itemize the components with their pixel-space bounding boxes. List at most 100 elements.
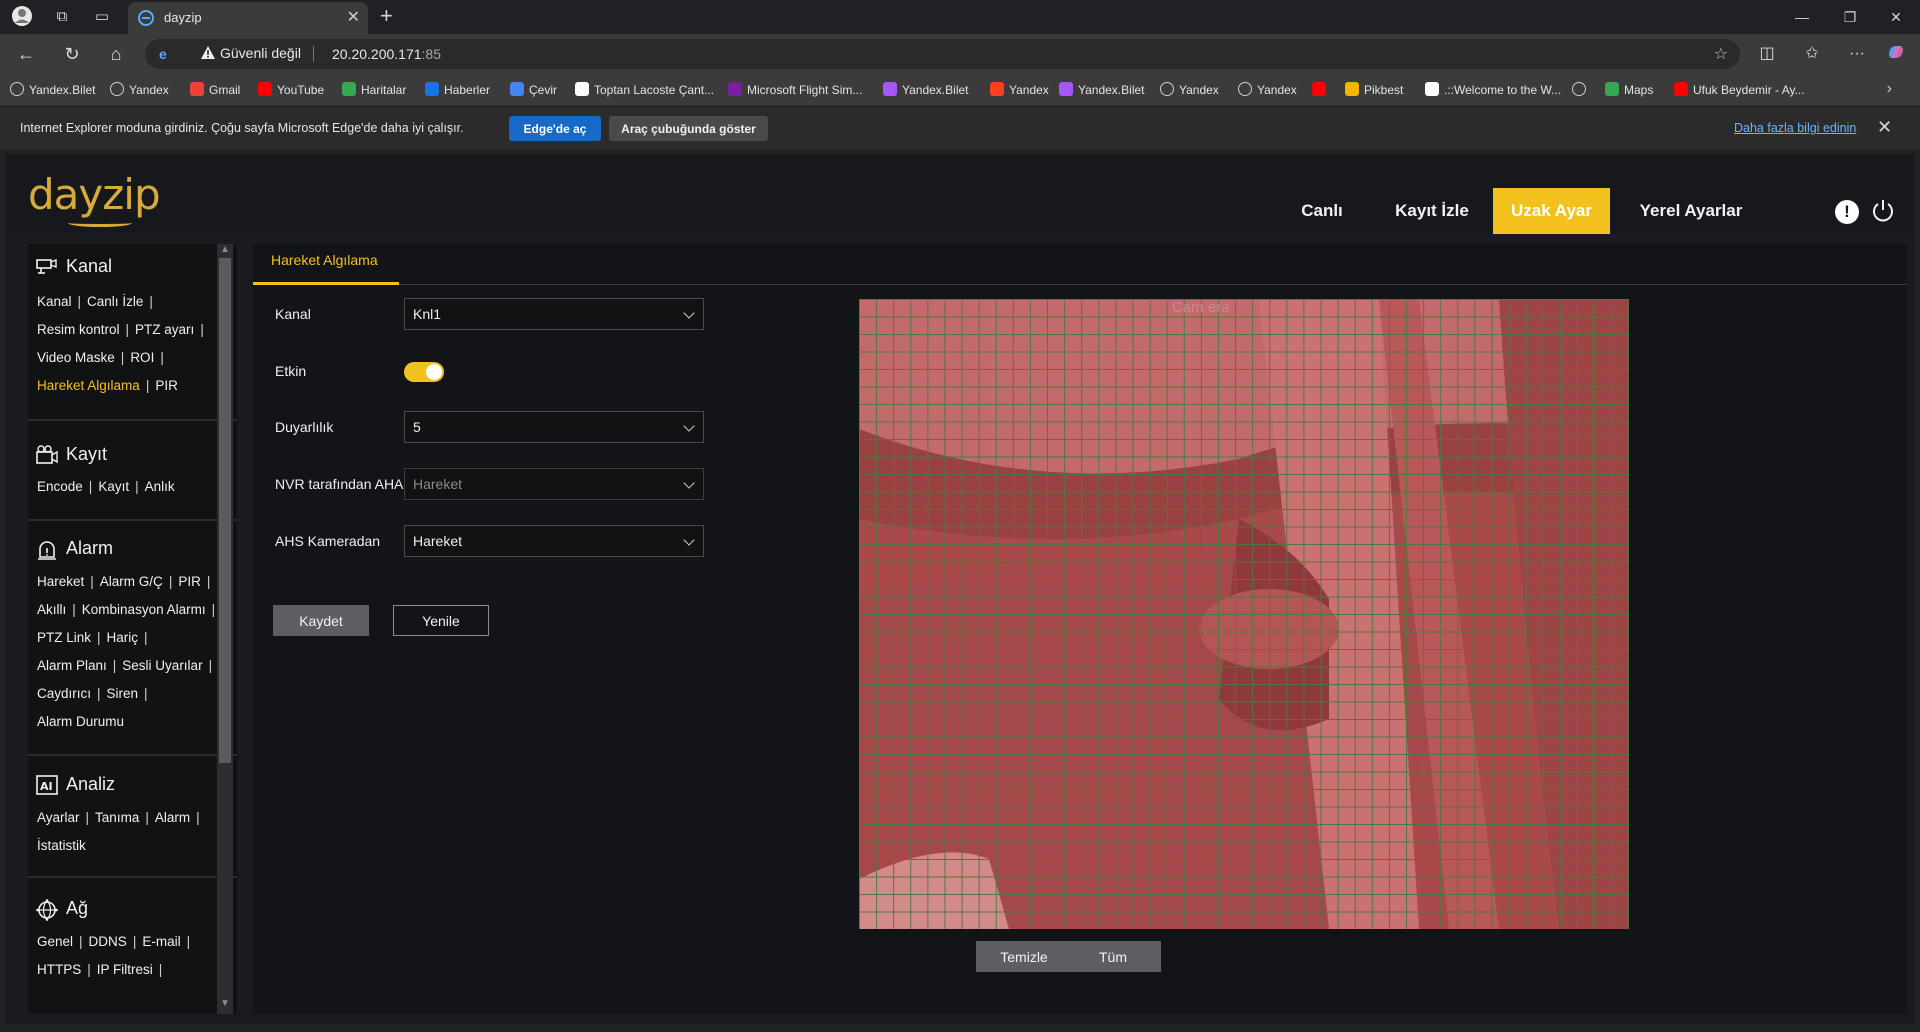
sidebar-link[interactable]: Canlı İzle: [87, 294, 143, 309]
home-icon[interactable]: ⌂: [104, 42, 128, 66]
bookmark-item[interactable]: Yandex.Bilet: [883, 82, 969, 97]
show-in-toolbar-button[interactable]: Araç çubuğunda göster: [609, 116, 768, 141]
reload-icon[interactable]: ↻: [60, 42, 84, 66]
sidebar-link[interactable]: Tanıma: [95, 810, 139, 825]
motion-area-grid[interactable]: Cam era: [859, 299, 1629, 929]
info-icon[interactable]: !: [1835, 200, 1859, 224]
sidebar-link[interactable]: Ayarlar: [37, 810, 80, 825]
bookmark-item[interactable]: YouTube: [258, 82, 324, 97]
tab-close-icon[interactable]: ✕: [347, 7, 360, 27]
sidebar-link[interactable]: Kanal: [37, 294, 72, 309]
learn-more-link[interactable]: Daha fazla bilgi edinin: [1734, 121, 1856, 135]
sidebar-link[interactable]: Caydırıcı: [37, 686, 91, 701]
sidebar-link[interactable]: HTTPS: [37, 962, 81, 977]
bookmark-item[interactable]: Haritalar: [342, 82, 406, 97]
sidebar-link[interactable]: PIR: [178, 574, 201, 589]
ahs-kameradan-select[interactable]: Hareket: [404, 525, 704, 557]
minimize-icon[interactable]: —: [1782, 4, 1822, 30]
kanal-select[interactable]: Knl1: [404, 298, 704, 330]
bookmark-item[interactable]: Gmail: [190, 82, 240, 97]
sidebar-link[interactable]: Encode: [37, 479, 83, 494]
scroll-down-icon[interactable]: ▼: [217, 998, 233, 1009]
bookmark-item[interactable]: .::Welcome to the W...: [1425, 82, 1561, 97]
bookmark-item[interactable]: Yandex: [1160, 82, 1219, 97]
sidebar-link[interactable]: PTZ Link: [37, 630, 91, 645]
new-tab-icon[interactable]: +: [380, 3, 393, 29]
sidebar-link[interactable]: Video Maske: [37, 350, 115, 365]
bookmark-item[interactable]: Ufuk Beydemir - Ay...: [1674, 82, 1805, 97]
bookmark-item[interactable]: Yandex: [110, 82, 169, 97]
sidebar-link[interactable]: Resim kontrol: [37, 322, 120, 337]
power-icon[interactable]: [1870, 198, 1896, 224]
sidebar-link[interactable]: Kayıt: [98, 479, 129, 494]
sidebar-scroll-thumb[interactable]: [219, 258, 231, 763]
yenile-button[interactable]: Yenile: [393, 605, 489, 636]
bookmark-item[interactable]: Yandex: [1238, 82, 1297, 97]
restore-icon[interactable]: ❐: [1830, 4, 1870, 30]
sidebar-link[interactable]: Alarm: [155, 810, 190, 825]
scroll-up-icon[interactable]: ▲: [217, 244, 233, 255]
sidebar-link[interactable]: Alarm Durumu: [37, 714, 124, 729]
bookmark-item[interactable]: Çevir: [510, 82, 557, 97]
sidebar-link[interactable]: Akıllı: [37, 602, 66, 617]
favorite-star-icon[interactable]: ☆: [1714, 44, 1728, 64]
etkin-label: Etkin: [275, 363, 307, 379]
open-in-edge-button[interactable]: Edge'de aç: [509, 116, 601, 141]
sidebar-link[interactable]: Hariç: [107, 630, 139, 645]
security-warning[interactable]: Güvenli değil: [201, 45, 301, 61]
back-icon[interactable]: ←: [14, 42, 38, 66]
temizle-button[interactable]: Temizle: [976, 941, 1072, 972]
etkin-toggle[interactable]: [404, 362, 444, 382]
sidebar-link[interactable]: Sesli Uyarılar: [122, 658, 202, 673]
bookmark-item[interactable]: Maps: [1605, 82, 1653, 97]
bookmark-item[interactable]: Pikbest: [1345, 82, 1403, 97]
sidebar-scrollbar[interactable]: ▲ ▼: [217, 244, 233, 1014]
sidebar-link[interactable]: Siren: [107, 686, 139, 701]
bookmark-item[interactable]: Microsoft Flight Sim...: [728, 82, 862, 97]
sidebar-link[interactable]: PIR: [155, 378, 178, 393]
ie-mode-icon[interactable]: e: [159, 46, 175, 62]
bookmark-item[interactable]: Yandex.Bilet: [10, 82, 96, 97]
sidebar-link[interactable]: Hareket: [37, 574, 84, 589]
sidebar-link[interactable]: PTZ ayarı: [135, 322, 194, 337]
bookmarks-overflow-chevron-icon[interactable]: ›: [1887, 80, 1892, 98]
tab-hareket-algilama[interactable]: Hareket Algılama: [253, 244, 399, 285]
more-menu-icon[interactable]: ···: [1845, 42, 1869, 66]
nav-yerel-ayarlar[interactable]: Yerel Ayarlar: [1625, 188, 1757, 234]
sidebar-link[interactable]: İstatistik: [37, 838, 86, 853]
duyarlilik-select[interactable]: 5: [404, 411, 704, 443]
dayzip-logo: dayzip: [28, 170, 161, 227]
nav-kayit-izle[interactable]: Kayıt İzle: [1379, 188, 1485, 234]
bookmark-item[interactable]: [1312, 82, 1331, 97]
sidebar-link[interactable]: Genel: [37, 934, 73, 949]
sidebar-link[interactable]: Hareket Algılama: [37, 378, 140, 393]
tab-dayzip[interactable]: dayzip ✕: [128, 2, 368, 34]
split-screen-icon[interactable]: ◫: [1755, 42, 1779, 66]
bookmark-item[interactable]: Yandex.Bilet: [1059, 82, 1145, 97]
bookmark-item[interactable]: [1572, 82, 1591, 97]
bookmark-item[interactable]: Yandex: [990, 82, 1049, 97]
sidebar-link[interactable]: Alarm G/Ç: [100, 574, 163, 589]
sidebar-link[interactable]: E-mail: [142, 934, 180, 949]
sidebar-link[interactable]: Alarm Planı: [37, 658, 107, 673]
bookmark-item[interactable]: Haberler: [425, 82, 490, 97]
favorites-icon[interactable]: ✩: [1800, 42, 1824, 66]
sidebar-link[interactable]: Kombinasyon Alarmı: [82, 602, 206, 617]
tum-button[interactable]: Tüm: [1065, 941, 1161, 972]
kaydet-button[interactable]: Kaydet: [273, 605, 369, 636]
infobar-close-icon[interactable]: ✕: [1877, 117, 1892, 138]
sidebar-link[interactable]: IP Filtresi: [97, 962, 153, 977]
copilot-icon[interactable]: [1884, 42, 1908, 66]
address-bar[interactable]: e Güvenli değil 20.20.200.171:85 ☆: [145, 39, 1740, 69]
motion-grid-cells[interactable]: [859, 299, 1629, 929]
workspaces-icon[interactable]: ⧉: [50, 5, 74, 29]
nav-uzak-ayar[interactable]: Uzak Ayar: [1493, 188, 1610, 234]
sidebar-link[interactable]: Anlık: [145, 479, 175, 494]
window-close-icon[interactable]: ✕: [1876, 4, 1916, 30]
tab-actions-icon[interactable]: ▭: [90, 5, 114, 29]
sidebar-link[interactable]: ROI: [130, 350, 154, 365]
profile-avatar-icon[interactable]: [10, 5, 34, 29]
bookmark-item[interactable]: Toptan Lacoste Çant...: [575, 82, 714, 97]
nav-canli[interactable]: Canlı: [1281, 188, 1363, 234]
sidebar-link[interactable]: DDNS: [89, 934, 127, 949]
